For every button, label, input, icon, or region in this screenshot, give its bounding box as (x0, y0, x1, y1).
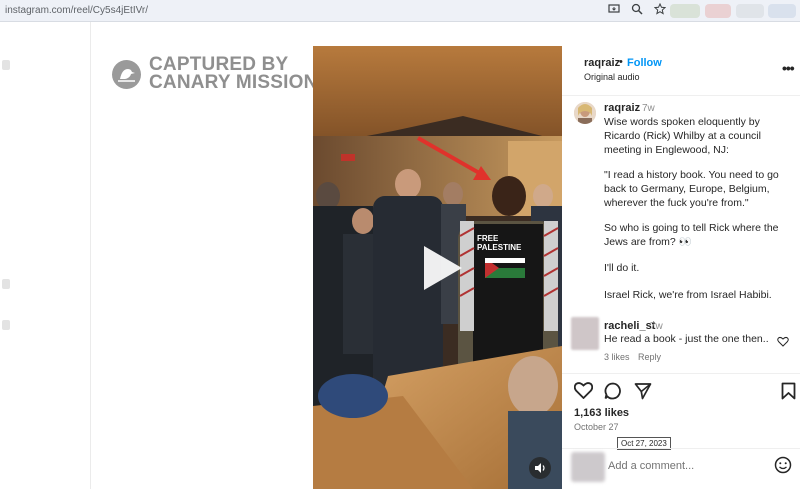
caption-username[interactable]: raqraiz (604, 102, 640, 114)
extension-icon[interactable] (705, 4, 731, 18)
shirt-text: FREE PALESTINE (477, 234, 522, 252)
follow-button[interactable]: Follow (627, 57, 662, 69)
nav-divider (90, 22, 91, 489)
extension-icon[interactable] (768, 4, 796, 18)
caption-time[interactable]: 7w (642, 103, 655, 114)
post-date[interactable]: October 27 (574, 422, 619, 432)
like-heart-icon[interactable] (573, 382, 594, 404)
nav-item-ghost[interactable] (2, 60, 10, 70)
post-header: raqraiz • Follow Original audio ••• (562, 46, 800, 96)
caption-paragraph: "I read a history book. You need to go b… (604, 169, 779, 209)
install-app-icon[interactable] (607, 3, 621, 17)
comment-like-heart-icon[interactable] (777, 334, 789, 352)
watermark-line2: CANARY MISSION (149, 72, 318, 93)
nav-item-ghost[interactable] (2, 279, 10, 289)
canary-mission-watermark: CAPTURED BY CANARY MISSION (112, 55, 318, 93)
comment-username[interactable]: racheli_st (604, 320, 655, 332)
add-comment-input[interactable]: Add a comment... (608, 460, 694, 472)
extension-icon[interactable] (736, 4, 764, 18)
author-username[interactable]: raqraiz (584, 57, 620, 69)
share-paper-plane-icon[interactable] (634, 382, 652, 405)
separator-dot: • (619, 56, 623, 68)
caption-paragraph: I'll do it. (604, 262, 640, 274)
divider (562, 448, 800, 449)
caption-paragraph: So who is going to tell Rick where the J… (604, 222, 779, 248)
likes-count[interactable]: 1,163 likes (574, 407, 629, 419)
author-avatar[interactable] (574, 102, 596, 124)
comment-bubble-icon[interactable] (604, 382, 622, 405)
speaker-icon (535, 463, 545, 473)
reel-video[interactable]: FREE PALESTINE (313, 46, 562, 489)
comment-likes[interactable]: 3 likes (604, 352, 630, 362)
caption-paragraph: Wise words spoken eloquently by Ricardo … (604, 116, 761, 156)
comment-text: He read a book - just the one then.. (604, 333, 769, 345)
divider (562, 373, 800, 374)
play-button[interactable] (414, 242, 466, 294)
bookmark-star-icon[interactable] (653, 2, 667, 17)
browser-toolbar: instagram.com/reel/Cy5s4jEtIVr/ (0, 0, 800, 22)
comment-reply-button[interactable]: Reply (638, 352, 661, 362)
commenter-avatar[interactable] (571, 317, 599, 350)
extension-icon[interactable] (670, 4, 700, 18)
more-options-button[interactable]: ••• (782, 60, 795, 76)
zoom-icon[interactable] (630, 3, 644, 17)
canary-logo-icon (112, 59, 141, 89)
caption-paragraph: Israel Rick, we're from Israel Habibi. (604, 289, 772, 301)
save-bookmark-icon[interactable] (781, 382, 796, 405)
comment-time[interactable]: 7w (650, 321, 663, 332)
address-bar-url[interactable]: instagram.com/reel/Cy5s4jEtIVr/ (5, 5, 148, 16)
emoji-smiley-icon[interactable] (774, 456, 792, 479)
mute-button[interactable] (529, 457, 551, 479)
post-sidebar: raqraiz • Follow Original audio ••• raqr… (562, 46, 800, 489)
audio-link[interactable]: Original audio (584, 72, 640, 82)
current-user-avatar (571, 452, 605, 482)
nav-item-ghost[interactable] (2, 320, 10, 330)
